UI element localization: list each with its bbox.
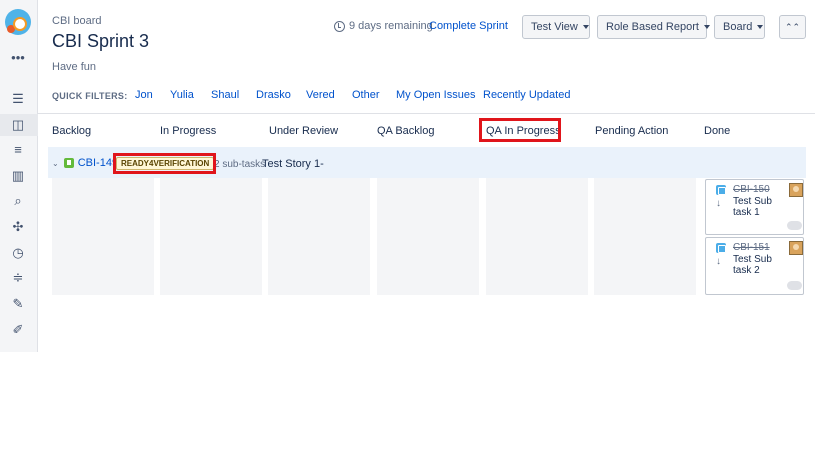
column-header-under-review: Under Review bbox=[269, 125, 339, 137]
issue-summary: Test Sub task 2 bbox=[733, 254, 772, 276]
issues-icon[interactable]: ⌕ bbox=[9, 192, 27, 210]
board-icon[interactable]: ◫ bbox=[9, 116, 27, 134]
story-summary: Test Story 1- bbox=[262, 158, 324, 170]
chevron-down-icon bbox=[757, 25, 764, 30]
estimate-badge bbox=[787, 221, 802, 230]
breadcrumb[interactable]: CBI board bbox=[52, 15, 102, 27]
role-report-label: Role Based Report bbox=[606, 21, 699, 33]
app-logo-icon[interactable] bbox=[5, 9, 31, 35]
releases-icon[interactable]: ≡ bbox=[9, 141, 27, 159]
filter-icon[interactable]: ≑ bbox=[9, 269, 27, 287]
subtask-count: 2 sub-tasks bbox=[214, 159, 266, 170]
reports-icon[interactable]: ▥ bbox=[9, 167, 27, 185]
left-sidebar: ••• ☰ ◫ ≡ ▥ ⌕ ✣ ◷ ≑ ✎ ✐ bbox=[0, 0, 38, 352]
quick-filter-other[interactable]: Other bbox=[352, 89, 380, 101]
issue-card[interactable]: CBI-150 ↓ Test Sub task 1 bbox=[705, 179, 804, 235]
feather-icon[interactable]: ✎ bbox=[9, 295, 27, 313]
column-header-in-progress: In Progress bbox=[160, 125, 217, 137]
quick-filter-my-open-issues[interactable]: My Open Issues bbox=[396, 89, 475, 101]
column-header-pending-action: Pending Action bbox=[595, 125, 669, 137]
story-icon bbox=[63, 158, 74, 168]
subtask-icon bbox=[716, 243, 726, 253]
more-icon[interactable]: ••• bbox=[9, 49, 27, 67]
clock-icon[interactable]: ◷ bbox=[9, 244, 27, 262]
quick-filter-drasko[interactable]: Drasko bbox=[256, 89, 291, 101]
complete-sprint-link[interactable]: Complete Sprint bbox=[429, 20, 508, 32]
test-view-label: Test View bbox=[531, 21, 578, 33]
components-icon[interactable]: ✣ bbox=[9, 218, 27, 236]
column-header-done: Done bbox=[704, 125, 731, 137]
arrow-down-icon: ↓ bbox=[716, 256, 721, 267]
quick-filter-yulia[interactable]: Yulia bbox=[170, 89, 194, 101]
quick-filter-shaul[interactable]: Shaul bbox=[211, 89, 239, 101]
divider bbox=[38, 113, 815, 114]
column-header-qa-backlog: QA Backlog bbox=[377, 125, 435, 137]
subtask-icon bbox=[716, 185, 726, 195]
collapse-header-button[interactable]: ⌃⌃ bbox=[779, 15, 806, 39]
quick-filter-recently-updated[interactable]: Recently Updated bbox=[483, 89, 570, 101]
issue-summary: Test Sub task 1 bbox=[733, 196, 772, 218]
quick-filter-jon[interactable]: Jon bbox=[135, 89, 153, 101]
avatar bbox=[789, 241, 803, 255]
days-remaining-text: 9 days remaining bbox=[349, 20, 433, 32]
days-remaining: 9 days remaining bbox=[334, 20, 433, 32]
page-title: CBI Sprint 3 bbox=[52, 31, 150, 51]
board-label: Board bbox=[723, 21, 753, 33]
estimate-badge bbox=[787, 281, 802, 290]
chevron-down-icon bbox=[582, 25, 589, 30]
issue-card[interactable]: CBI-151 ↓ Test Sub task 2 bbox=[705, 237, 804, 295]
avatar bbox=[789, 183, 803, 197]
sprint-goal: Have fun bbox=[52, 61, 97, 73]
chevron-down-icon bbox=[703, 25, 710, 30]
double-chevron-up-icon: ⌃⌃ bbox=[784, 22, 801, 32]
board-dropdown[interactable]: Board bbox=[714, 15, 765, 39]
quick-filters-label: QUICK FILTERS: bbox=[52, 91, 128, 101]
status-badge-highlight bbox=[113, 153, 216, 174]
quick-filter-vered[interactable]: Vered bbox=[306, 89, 335, 101]
issue-key[interactable]: CBI-151 bbox=[733, 242, 770, 253]
column-header-backlog: Backlog bbox=[52, 125, 92, 137]
arrow-down-icon: ↓ bbox=[716, 198, 721, 209]
story-key[interactable]: CBI-149 bbox=[78, 157, 118, 169]
test-view-dropdown[interactable]: Test View bbox=[522, 15, 590, 39]
role-report-dropdown[interactable]: Role Based Report bbox=[597, 15, 710, 39]
chevron-down-icon[interactable]: ⌄ bbox=[52, 159, 59, 168]
backlog-icon[interactable]: ☰ bbox=[9, 90, 27, 108]
addon-icon[interactable]: ✐ bbox=[9, 321, 27, 339]
clock-icon bbox=[334, 20, 345, 32]
qa-in-progress-highlight bbox=[479, 118, 561, 142]
issue-key[interactable]: CBI-150 bbox=[733, 184, 770, 195]
